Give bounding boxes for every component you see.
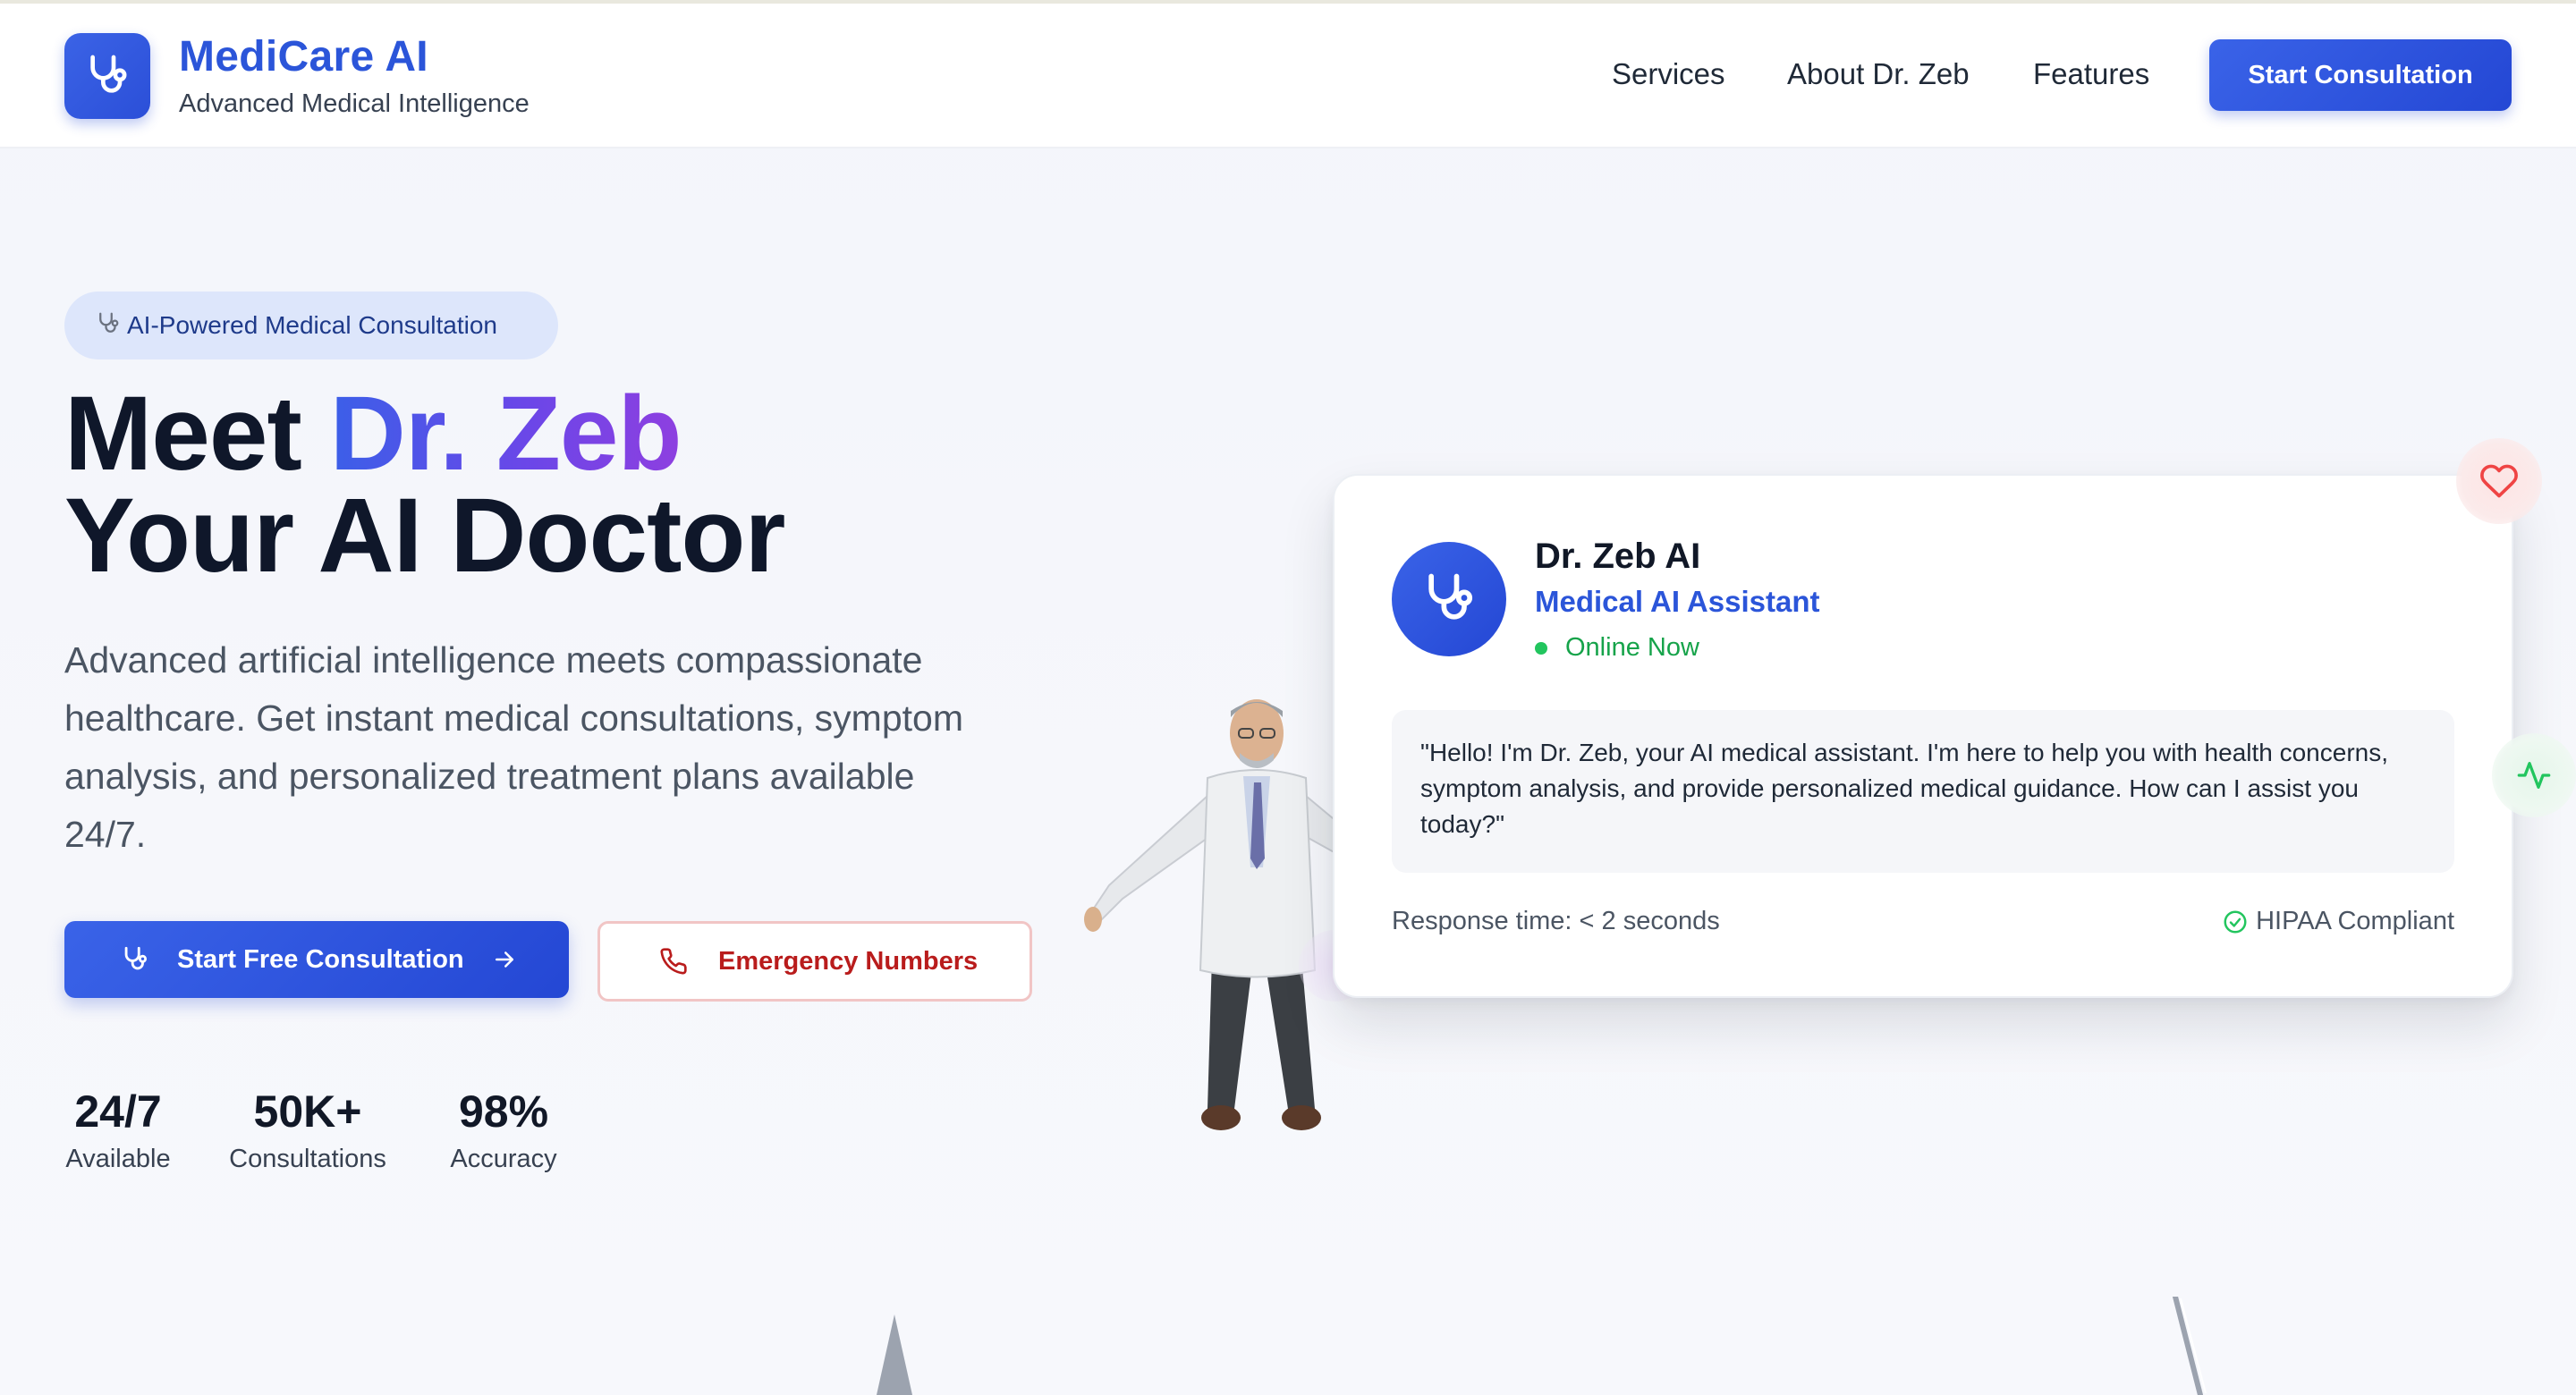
stethoscope-icon: [82, 51, 132, 101]
start-free-consultation-label: Start Free Consultation: [177, 944, 464, 974]
stat-label: Available: [65, 1145, 171, 1173]
stat-value: 24/7: [74, 1086, 162, 1137]
status-label: Online Now: [1565, 633, 1699, 662]
stat-available: 24/7 Available: [64, 1084, 172, 1174]
avatar: [1392, 542, 1506, 656]
phone-icon: [659, 947, 688, 976]
nav-services[interactable]: Services: [1612, 57, 1725, 91]
status-badge: Online Now: [1535, 633, 1699, 663]
brand-subtitle: Advanced Medical Intelligence: [179, 89, 530, 118]
hero-headline: Meet Dr. Zeb Your AI Doctor: [64, 381, 785, 595]
decorative-spike: [877, 1315, 912, 1395]
online-dot-icon: [1535, 641, 1547, 655]
floating-heart: [2456, 438, 2542, 524]
activity-icon: [2516, 757, 2552, 793]
compliance-badge: HIPAA Compliant: [2222, 907, 2454, 936]
nav-features[interactable]: Features: [2033, 57, 2149, 91]
stat-label: Consultations: [229, 1145, 386, 1173]
card-name: Dr. Zeb AI: [1535, 537, 1701, 576]
heart-icon: [2479, 461, 2519, 501]
hero-badge: AI-Powered Medical Consultation: [64, 292, 558, 359]
stat-accuracy: 98% Accuracy: [445, 1084, 562, 1174]
stat-value: 50K+: [253, 1086, 362, 1137]
decorative-line: [2173, 1297, 2207, 1395]
start-free-consultation-button[interactable]: Start Free Consultation: [64, 921, 569, 998]
arrow-right-icon: [491, 946, 518, 973]
headline-line2: Your AI Doctor: [64, 477, 785, 595]
response-time: Response time: < 2 seconds: [1392, 907, 1720, 935]
stat-label: Accuracy: [450, 1145, 557, 1173]
nav-about[interactable]: About Dr. Zeb: [1787, 57, 1970, 91]
greeting-message: "Hello! I'm Dr. Zeb, your AI medical ass…: [1392, 710, 2454, 873]
hero-badge-label: AI-Powered Medical Consultation: [127, 311, 497, 339]
check-circle-icon: [2222, 909, 2249, 935]
doctor-card: Dr. Zeb AI Medical AI Assistant Online N…: [1333, 474, 2513, 998]
greeting-text: "Hello! I'm Dr. Zeb, your AI medical ass…: [1420, 739, 2389, 838]
emergency-numbers-label: Emergency Numbers: [718, 946, 979, 976]
stethoscope-icon: [1419, 569, 1479, 630]
headline-prefix: Meet: [64, 375, 330, 493]
stat-consultations: 50K+ Consultations: [222, 1084, 394, 1174]
card-role: Medical AI Assistant: [1535, 585, 1820, 618]
stethoscope-icon: [95, 310, 122, 342]
stat-value: 98%: [458, 1086, 549, 1137]
compliance-label: HIPAA Compliant: [2256, 907, 2454, 935]
start-consultation-button[interactable]: Start Consultation: [2209, 39, 2512, 111]
headline-accent: Dr. Zeb: [329, 375, 682, 493]
logo[interactable]: [64, 33, 150, 119]
hero-description: Advanced artificial intelligence meets c…: [64, 639, 963, 855]
emergency-numbers-button[interactable]: Emergency Numbers: [597, 921, 1032, 1002]
floating-activity: [2492, 733, 2576, 817]
site-header: MediCare AI Advanced Medical Intelligenc…: [0, 4, 2576, 148]
stethoscope-icon: [120, 944, 150, 975]
brand-title[interactable]: MediCare AI: [179, 32, 428, 81]
